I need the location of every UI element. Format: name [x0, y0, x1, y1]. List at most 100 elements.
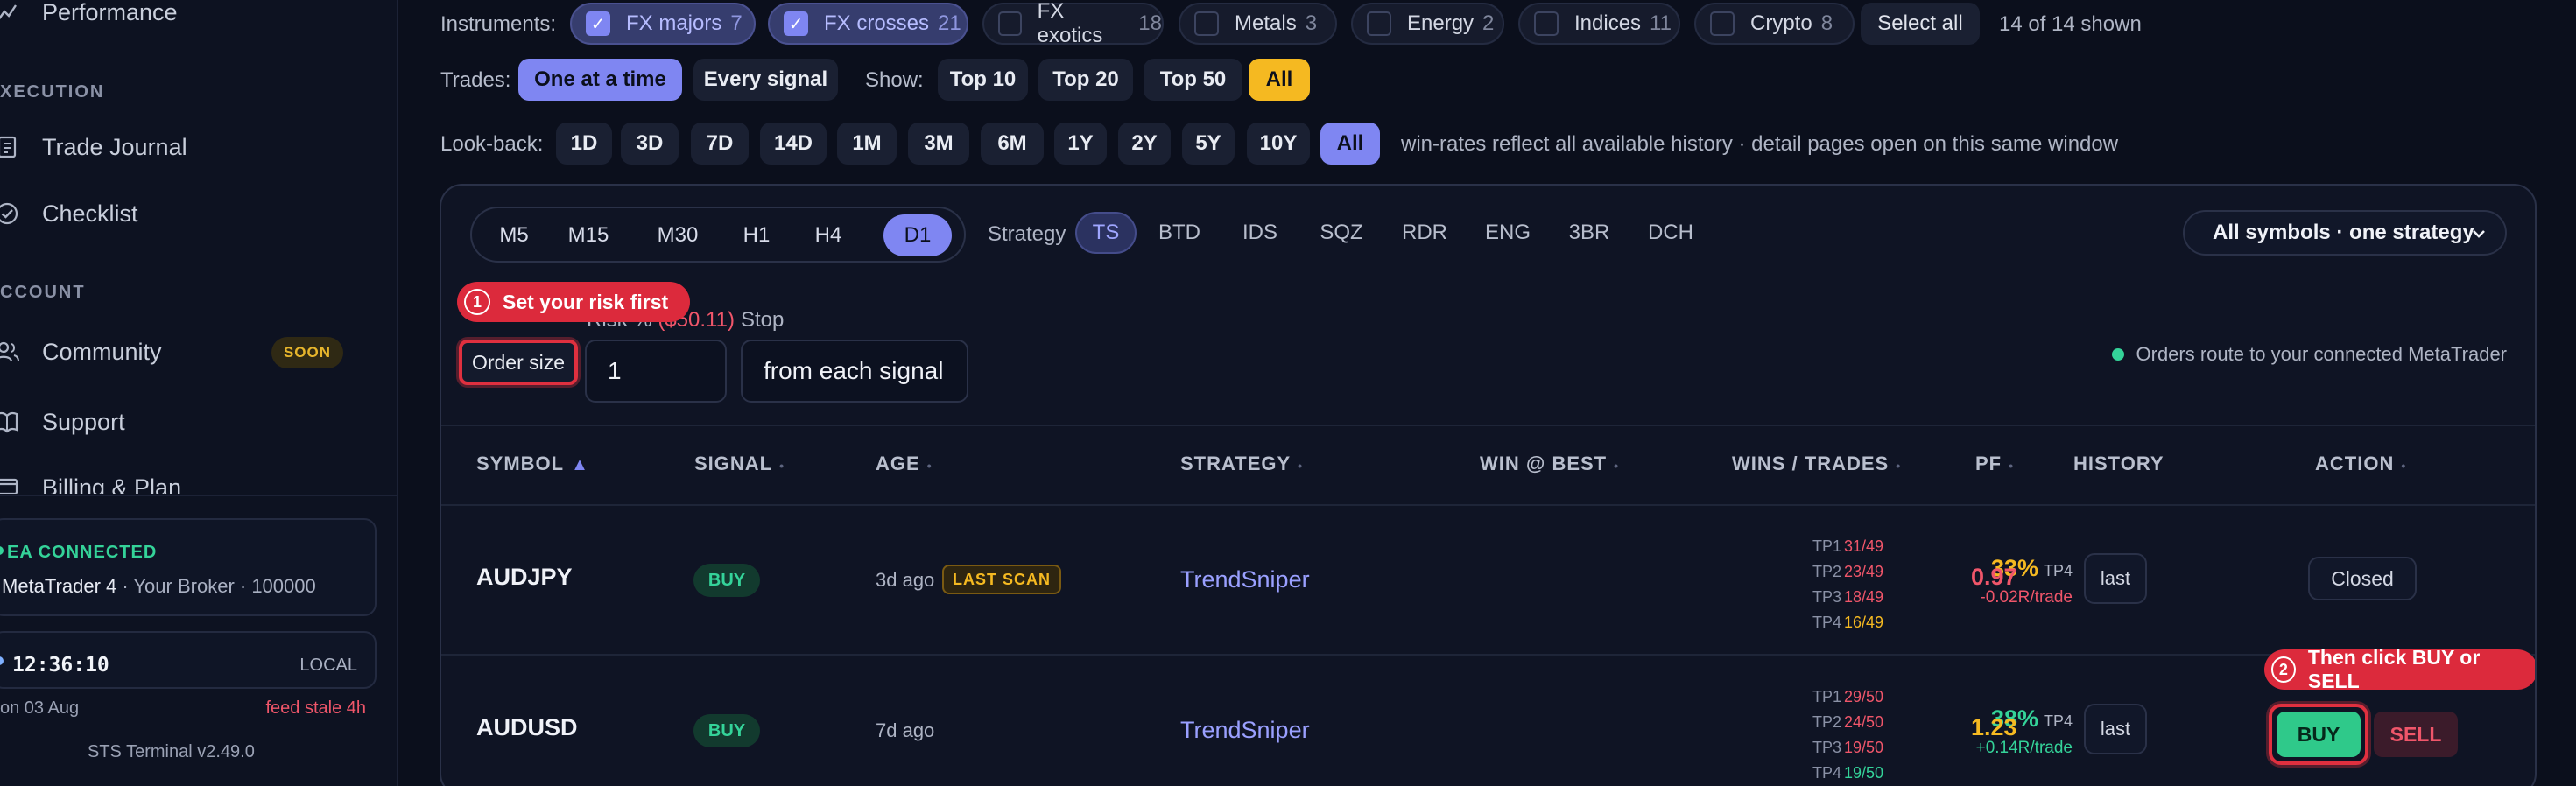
history-last-button[interactable]: last [2084, 553, 2147, 604]
instrument-chip-fx-exotics[interactable]: FX exotics 18 [982, 0, 1164, 47]
shown-count: 14 of 14 shown [1999, 12, 2142, 36]
instrument-chip-indices[interactable]: Indices 11 [1518, 3, 1680, 45]
strategy-btd[interactable]: BTD [1149, 212, 1210, 254]
checkbox-empty-icon [998, 11, 1022, 36]
show-top-50-button[interactable]: Top 50 [1144, 59, 1242, 101]
trades-label: Trades: [440, 68, 511, 92]
trades-every-signal-button[interactable]: Every signal [693, 59, 838, 101]
strategy-ts[interactable]: TS [1075, 212, 1137, 254]
lookback-note: win-rates reflect all available history … [1401, 132, 2119, 156]
sell-button[interactable]: SELL [2374, 712, 2458, 757]
column-header-age[interactable]: AGE • [876, 453, 933, 475]
sort-icon: • [926, 459, 933, 473]
lookback-1m-button[interactable]: 1M [837, 123, 897, 165]
last-scan-badge: LAST SCAN [942, 565, 1061, 594]
column-header-pf[interactable]: PF • [1975, 453, 2014, 475]
callout-click-buy-sell: 2 Then click BUY or SELL [2264, 646, 2535, 692]
row-profit-factor: 1.23 [1971, 714, 2017, 740]
show-top-10-button[interactable]: Top 10 [938, 59, 1028, 101]
row-age: 7d ago [876, 719, 935, 741]
sidebar-item-checklist[interactable]: Checklist [0, 187, 385, 240]
timeframe-m15[interactable]: M15 [549, 214, 628, 256]
instrument-chip-energy[interactable]: Energy 2 [1351, 3, 1504, 45]
sort-icon: • [1896, 459, 1902, 473]
row-strategy-link[interactable]: TrendSniper [1180, 566, 1310, 593]
sidebar-item-support[interactable]: Support [0, 396, 385, 448]
sort-icon: • [779, 459, 785, 473]
instrument-chip-crypto[interactable]: Crypto 8 [1694, 3, 1855, 45]
lookback-14d-button[interactable]: 14D [760, 123, 827, 165]
sidebar-item-label: Trade Journal [42, 133, 187, 160]
ea-status: EA CONNECTED [7, 543, 158, 562]
sort-icon: • [2401, 459, 2407, 473]
instrument-chip-fx-majors[interactable]: ✓ FX majors 7 [570, 3, 756, 45]
order-size-button[interactable]: Order size [459, 340, 578, 385]
timeframe-m30[interactable]: M30 [638, 214, 717, 256]
risk-input[interactable]: 1 [585, 340, 727, 403]
checkbox-empty-icon [1710, 11, 1735, 36]
sidebar-item-billing[interactable]: Billing & Plan [0, 462, 385, 494]
lookback-2y-button[interactable]: 2Y [1118, 123, 1171, 165]
strategy-dch[interactable]: DCH [1636, 212, 1706, 254]
lookback-all-button[interactable]: All [1320, 123, 1380, 165]
lookback-10y-button[interactable]: 10Y [1247, 123, 1310, 165]
strategy-3br[interactable]: 3BR [1556, 212, 1622, 254]
strategy-sqz[interactable]: SQZ [1306, 212, 1376, 254]
lookback-3m-button[interactable]: 3M [908, 123, 969, 165]
checkbox-checked-icon: ✓ [784, 11, 808, 36]
column-header-signal[interactable]: SIGNAL • [694, 453, 785, 475]
closed-button[interactable]: Closed [2308, 557, 2417, 600]
column-header-strategy[interactable]: STRATEGY • [1180, 453, 1303, 475]
soon-badge: SOON [271, 337, 343, 368]
lookback-1y-button[interactable]: 1Y [1054, 123, 1107, 165]
column-header-win[interactable]: WIN @ BEST • [1480, 453, 1619, 475]
timeframe-m5[interactable]: M5 [484, 214, 544, 256]
timeframe-h1[interactable]: H1 [724, 214, 789, 256]
lookback-5y-button[interactable]: 5Y [1182, 123, 1235, 165]
lookback-1d-button[interactable]: 1D [556, 123, 612, 165]
users-icon [0, 340, 19, 364]
book-icon [0, 410, 19, 434]
stop-label: Stop [741, 308, 785, 332]
strategy-eng[interactable]: ENG [1473, 212, 1543, 254]
lookback-6m-button[interactable]: 6M [981, 123, 1044, 165]
instrument-chip-metals[interactable]: Metals 3 [1179, 3, 1337, 45]
stop-select[interactable]: from each signal [741, 340, 968, 403]
column-header-symbol[interactable]: SYMBOL ▲ [476, 453, 589, 475]
show-top-20-button[interactable]: Top 20 [1038, 59, 1133, 101]
app-version: STS Terminal v2.49.0 [88, 742, 255, 761]
row-tp-breakdown: TP1 29/50 TP2 24/50 TP3 19/50 TP4 19/50 [1812, 688, 1884, 782]
row-profit-factor: 0.97 [1971, 564, 2017, 590]
sort-icon: • [2009, 459, 2015, 473]
sidebar-item-label: Checklist [42, 200, 138, 227]
row-divider [441, 654, 2535, 656]
timeframe-h4[interactable]: H4 [796, 214, 861, 256]
section-heading-execution: XECUTION [0, 82, 105, 102]
column-header-action[interactable]: ACTION • [2315, 453, 2406, 475]
show-all-button[interactable]: All [1249, 59, 1310, 101]
ea-connection-card[interactable]: EA CONNECTED MetaTrader 4 · Your Broker … [0, 518, 377, 616]
billing-icon [0, 474, 19, 494]
history-last-button[interactable]: last [2084, 704, 2147, 754]
show-label: Show: [865, 68, 924, 92]
select-all-button[interactable]: Select all [1861, 3, 1980, 45]
sidebar-item-trade-journal[interactable]: Trade Journal [0, 121, 385, 173]
column-header-wins-trades[interactable]: WINS / TRADES • [1732, 453, 1901, 475]
mode-select[interactable]: All symbols · one strategy [2183, 210, 2507, 256]
timeframe-selector: M5 M15 M30 H1 H4 D1 [470, 207, 966, 263]
clock-zone: LOCAL [299, 656, 357, 675]
instrument-chip-fx-crosses[interactable]: ✓ FX crosses 21 [768, 3, 968, 45]
column-header-history: HISTORY [2073, 453, 2164, 474]
sidebar-item-performance[interactable]: Performance [0, 0, 385, 39]
sort-asc-icon: ▲ [571, 455, 589, 474]
row-strategy-link[interactable]: TrendSniper [1180, 717, 1310, 744]
lookback-3d-button[interactable]: 3D [621, 123, 679, 165]
timeframe-d1[interactable]: D1 [883, 214, 952, 256]
clock-card[interactable]: 12:36:10 LOCAL [0, 631, 377, 689]
strategy-rdr[interactable]: RDR [1390, 212, 1460, 254]
sidebar-item-community[interactable]: Community SOON [0, 326, 385, 378]
lookback-7d-button[interactable]: 7D [691, 123, 749, 165]
buy-button[interactable]: BUY [2277, 712, 2361, 757]
trades-one-at-a-time-button[interactable]: One at a time [518, 59, 682, 101]
strategy-ids[interactable]: IDS [1229, 212, 1291, 254]
